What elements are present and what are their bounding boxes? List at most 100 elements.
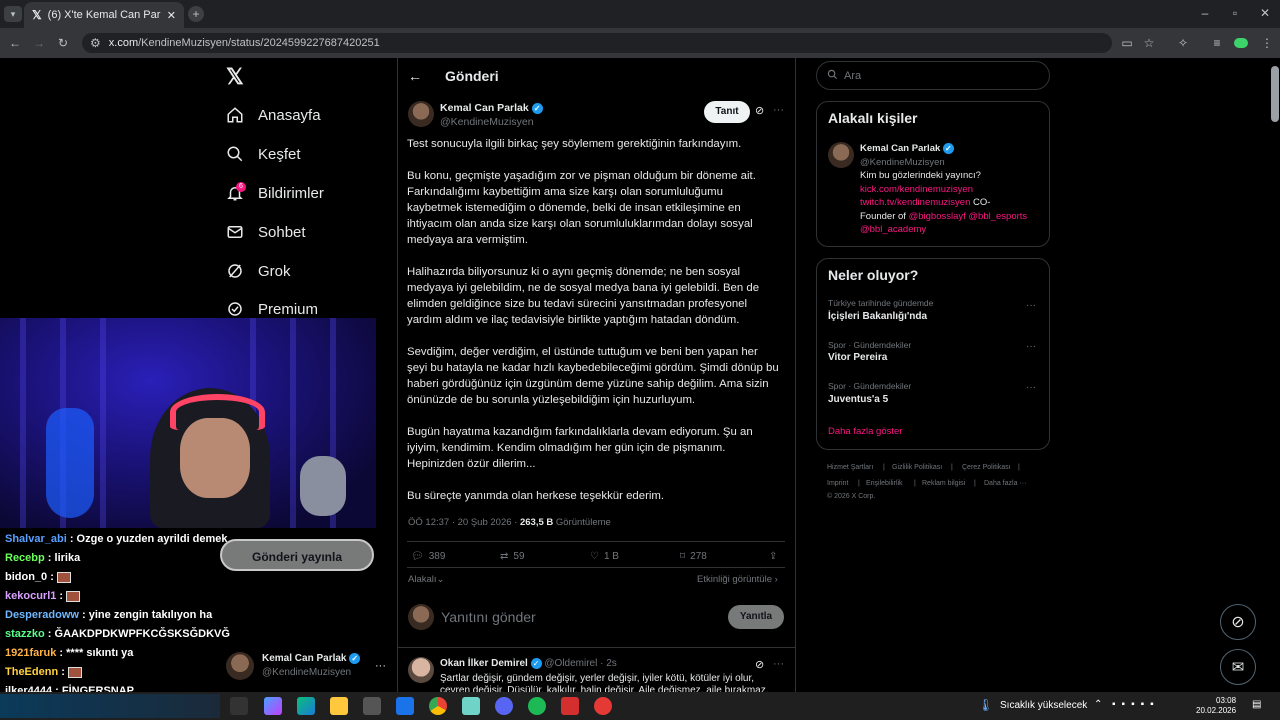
extensions-icon[interactable]: ✧ (1176, 36, 1190, 50)
bio-mention[interactable]: @bigbosslayf (909, 211, 966, 222)
bookmark-action[interactable]: ⌑ 278 (680, 551, 707, 562)
copilot-icon[interactable] (264, 697, 282, 715)
follow-button[interactable]: Tanıt (704, 101, 750, 123)
back-icon[interactable]: ← (8, 36, 22, 50)
avatar[interactable] (408, 101, 434, 127)
footer-link[interactable]: Imprint (827, 480, 848, 487)
footer-link[interactable]: Daha fazla ··· (984, 480, 1026, 487)
avatar[interactable] (408, 657, 434, 683)
reply-button[interactable]: Yanıtla (728, 605, 784, 629)
footer-link[interactable]: Hizmet Şartları (827, 464, 873, 471)
footer-link[interactable]: Erişilebilirlik (866, 480, 903, 487)
post-button[interactable]: Gönderi yayınla (220, 539, 374, 571)
menu-icon[interactable]: ⋮ (1260, 36, 1274, 50)
avatar[interactable] (828, 142, 854, 168)
close-window-icon[interactable]: ✕ (1258, 6, 1272, 20)
repost-action[interactable]: ⇄ 59 (500, 551, 525, 562)
bio-link[interactable]: kick.com/kendinemuzisyen (860, 183, 1045, 197)
chat-username[interactable]: TheEdenn (5, 666, 58, 678)
chat-username[interactable]: Recebp (5, 552, 45, 564)
profile-icon[interactable] (1234, 38, 1248, 48)
nav-home[interactable]: Anasayfa (226, 106, 321, 124)
weather-text[interactable]: Sıcaklık yükselecek (1000, 700, 1087, 711)
bio-link[interactable]: twitch.tv/kendinemuzisyen (860, 197, 970, 208)
notification-center-icon[interactable]: ▤ (1252, 699, 1261, 710)
chat-username[interactable]: bidon_0 (5, 571, 47, 583)
chrome-icon[interactable] (429, 697, 447, 715)
streamer-app-icon[interactable] (561, 697, 579, 715)
clock[interactable]: 03:08 20.02.2026 (1196, 696, 1236, 716)
show-more-link[interactable]: Daha fazla göster (828, 426, 902, 437)
obs-icon[interactable] (594, 697, 612, 715)
tray-icons[interactable]: ▪▪▪▪▪ (1112, 699, 1160, 710)
grok-icon[interactable]: ⊘ (755, 104, 764, 117)
spotify-icon[interactable] (528, 697, 546, 715)
more-icon[interactable]: ··· (773, 658, 784, 670)
more-icon[interactable]: ··· (773, 104, 784, 116)
trend-item[interactable]: İçişleri Bakanlığı'nda (828, 311, 927, 322)
nav-grok[interactable]: Grok (226, 262, 291, 280)
store-icon[interactable] (363, 697, 381, 715)
nav-premium[interactable]: Premium (226, 300, 318, 318)
person-handle[interactable]: @KendineMuzisyen (860, 156, 1045, 170)
nav-chat[interactable]: Sohbet (226, 223, 306, 241)
back-arrow-icon[interactable]: ← (408, 68, 422, 84)
more-icon[interactable]: ··· (1026, 382, 1036, 393)
trend-item[interactable]: Vitor Pereira (828, 352, 887, 363)
chat-username[interactable]: kekocurl1 (5, 590, 56, 602)
more-icon[interactable]: ··· (375, 660, 386, 672)
tray-chevron-icon[interactable]: ⌃ (1094, 699, 1102, 710)
person-name[interactable]: Kemal Can Parlak (860, 143, 940, 154)
discord-icon[interactable] (495, 697, 513, 715)
messages-fab[interactable]: ✉ (1220, 649, 1256, 685)
site-info-icon[interactable]: ⚙ (90, 36, 101, 50)
footer-link[interactable]: Reklam bilgisi (922, 480, 965, 487)
maximize-icon[interactable]: ▫ (1228, 6, 1242, 20)
edge-icon[interactable] (297, 697, 315, 715)
author-handle[interactable]: @KendineMuzisyen (440, 115, 543, 129)
new-tab-icon[interactable]: + (188, 6, 204, 22)
more-icon[interactable]: ··· (1026, 341, 1036, 352)
grok-icon[interactable]: ⊘ (755, 658, 764, 671)
sort-dropdown[interactable]: Alakalı⌄ (408, 574, 444, 585)
chat-username[interactable]: stazzko (5, 628, 45, 640)
x-logo-icon[interactable]: 𝕏 (226, 64, 244, 90)
forward-icon[interactable]: → (32, 36, 46, 50)
author-name[interactable]: Kemal Can Parlak (440, 102, 529, 114)
address-bar[interactable]: ⚙ x.com /KendineMuzisyen/status/20245992… (82, 33, 1112, 53)
share-action[interactable]: ⇪ (769, 551, 777, 562)
reply-action[interactable]: 💬︎ 389 (411, 551, 445, 562)
minimize-icon[interactable]: – (1198, 6, 1212, 20)
chat-username[interactable]: 1921faruk (5, 647, 56, 659)
tab-search-icon[interactable]: ▾ (4, 6, 22, 22)
bio-mention[interactable]: @bbl_academy (860, 223, 1045, 237)
bookmark-star-icon[interactable]: ☆ (1142, 36, 1156, 50)
search-input[interactable]: Ara (816, 61, 1050, 90)
grok-fab[interactable]: ⊘ (1220, 604, 1256, 640)
cast-icon[interactable]: ▭ (1120, 36, 1134, 50)
nav-explore[interactable]: Keşfet (226, 145, 301, 163)
reply-input[interactable]: Yanıtını gönder (441, 609, 536, 625)
taskbar-search[interactable] (0, 694, 220, 718)
file-explorer-icon[interactable] (330, 697, 348, 715)
footer-link[interactable]: Gizlilik Politikası (892, 464, 942, 471)
chat-username[interactable]: Shalvar_abi (5, 533, 67, 545)
account-switcher[interactable]: Kemal Can Parlak ✓ @KendineMuzisyen ··· (226, 648, 386, 684)
browser-tab[interactable]: 𝕏 (6) X'te Kemal Can Parlak: "Test ✕ (24, 2, 184, 28)
reply-handle[interactable]: @Oldemirel (544, 658, 597, 669)
bio-mention[interactable]: @bbl_esports (966, 211, 1027, 222)
trend-item[interactable]: Juventus'a 5 (828, 394, 888, 405)
tab-close-icon[interactable]: ✕ (167, 9, 176, 22)
reply-author[interactable]: Okan İlker Demirel (440, 658, 528, 669)
tweet-time[interactable]: ÖÖ 12:37 · 20 Şub 2026 · (408, 517, 520, 528)
chat-username[interactable]: Desperadoww (5, 609, 79, 621)
like-action[interactable]: ♡ 1 B (590, 551, 619, 562)
mail-app-icon[interactable] (396, 697, 414, 715)
view-engagement-link[interactable]: Etkinliği görüntüle › (697, 574, 778, 585)
scrollbar-thumb[interactable] (1271, 66, 1279, 122)
reload-icon[interactable]: ↻ (56, 36, 70, 50)
notepad-icon[interactable] (462, 697, 480, 715)
reading-list-icon[interactable]: ≡ (1210, 36, 1224, 50)
task-view-icon[interactable] (230, 697, 248, 715)
more-icon[interactable]: ··· (1026, 300, 1036, 311)
